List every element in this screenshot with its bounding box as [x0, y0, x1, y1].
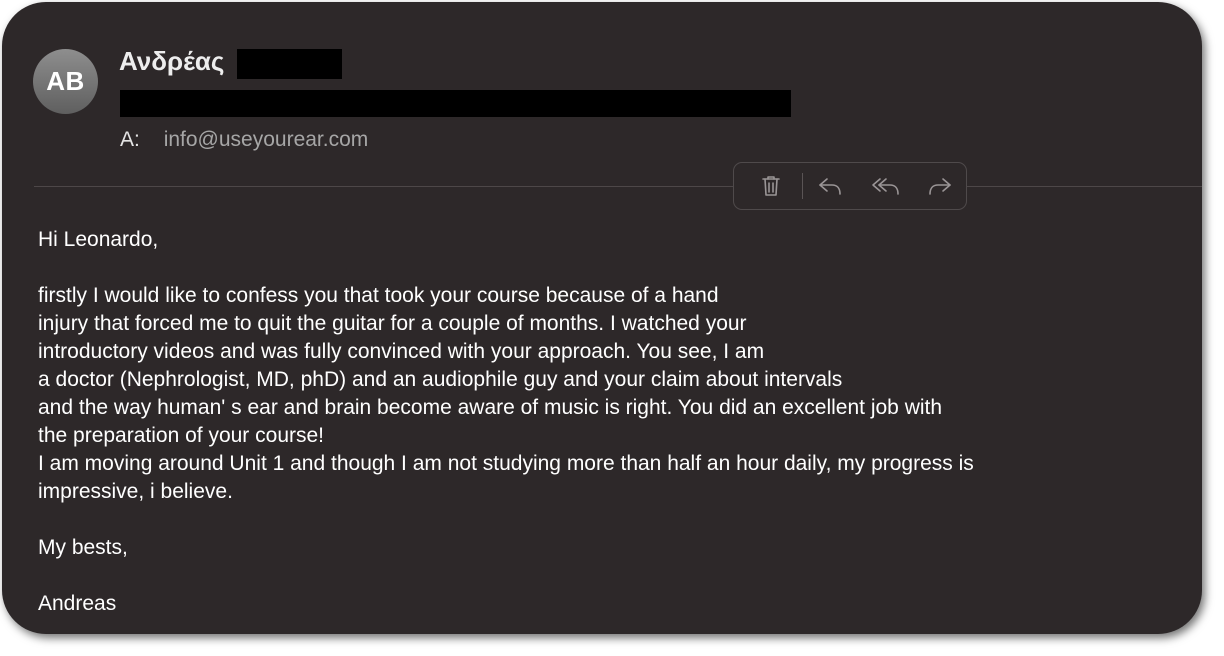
message-body: Hi Leonardo, firstly I would like to con… — [38, 226, 974, 618]
header-divider — [34, 186, 1202, 187]
signature: Andreas — [38, 592, 117, 615]
delete-button[interactable] — [756, 171, 786, 201]
reply-icon — [819, 178, 841, 195]
reply-button[interactable] — [815, 171, 845, 201]
message-toolbar — [733, 162, 967, 210]
trash-icon — [762, 176, 780, 196]
body-line: a doctor (Nephrologist, MD, phD) and an … — [38, 368, 843, 391]
body-line: and the way human' s ear and brain becom… — [38, 396, 943, 419]
sender-name: Ανδρέας — [119, 46, 225, 76]
reply-all-button[interactable] — [871, 171, 901, 201]
body-line: firstly I would like to confess you that… — [38, 284, 719, 307]
email-window: AB Ανδρέας A: info@useyourear.com Hi Leo… — [2, 2, 1202, 634]
forward-button[interactable] — [925, 171, 955, 201]
body-line: the preparation of your course! — [38, 424, 325, 447]
avatar: AB — [33, 49, 98, 114]
closing: My bests, — [38, 536, 128, 559]
greeting: Hi Leonardo, — [38, 228, 159, 251]
toolbar-separator — [802, 173, 803, 199]
redacted-sender-surname — [237, 49, 342, 79]
recipient-label: A: — [120, 128, 140, 151]
reply-all-icon — [872, 178, 899, 195]
body-line: I am moving around Unit 1 and though I a… — [38, 452, 974, 475]
avatar-initials: AB — [46, 66, 85, 96]
body-line: impressive, i believe. — [38, 480, 233, 503]
redacted-subject — [120, 90, 791, 117]
body-line: injury that forced me to quit the guitar… — [38, 312, 747, 335]
recipient-line: A: info@useyourear.com — [120, 128, 368, 152]
recipient-address[interactable]: info@useyourear.com — [164, 128, 369, 151]
body-line: introductory videos and was fully convin… — [38, 340, 765, 363]
forward-icon — [929, 178, 951, 195]
